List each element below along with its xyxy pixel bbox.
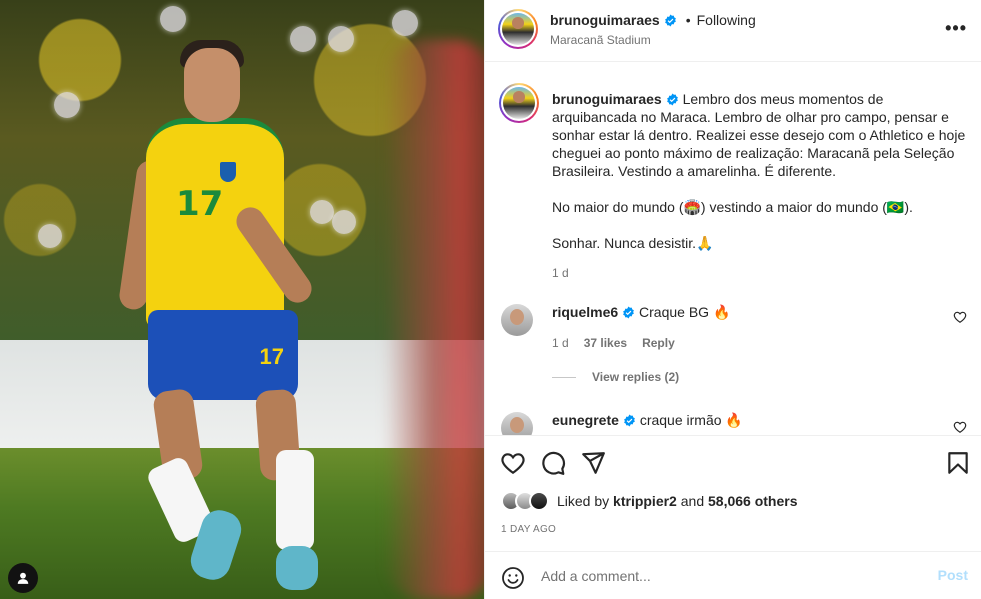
replies-divider	[552, 376, 576, 378]
comment-input[interactable]	[541, 564, 921, 588]
send-icon[interactable]	[580, 450, 606, 476]
comment-body: craque irmão 🔥	[639, 412, 743, 428]
caption-author-avatar[interactable]	[499, 83, 539, 123]
post-actions: Liked by ktrippier2 and 58,066 others 1 …	[485, 435, 981, 551]
heart-icon[interactable]	[500, 450, 526, 476]
add-comment-bar: Post	[485, 551, 981, 599]
commenter-avatar[interactable]	[501, 304, 533, 336]
view-replies-label: View replies (2)	[592, 370, 680, 384]
light-bokeh	[328, 26, 354, 52]
comment-text: eunegrete craque irmão 🔥	[552, 412, 743, 429]
caption-username[interactable]: brunoguimaraes	[552, 91, 662, 107]
comment-heart-icon[interactable]	[953, 310, 967, 324]
player-head	[184, 48, 240, 122]
post-location[interactable]: Maracanã Stadium	[550, 33, 651, 47]
post-details-panel: brunoguimaraes • Following Maracanã Stad…	[484, 0, 981, 599]
reply-button[interactable]: Reply	[642, 336, 675, 350]
tagged-users-icon[interactable]	[8, 563, 38, 593]
blue-shorts: 17	[148, 310, 298, 400]
author-username[interactable]: brunoguimaraes	[550, 12, 660, 28]
light-bokeh	[160, 6, 186, 32]
verified-badge-icon	[664, 14, 676, 26]
football-boot	[276, 546, 318, 590]
likes-summary[interactable]: Liked by ktrippier2 and 58,066 others	[501, 491, 798, 511]
comment-meta: 1 d 37 likes Reply	[552, 336, 675, 350]
shorts-number: 17	[259, 344, 284, 369]
verified-badge-icon	[666, 93, 678, 106]
likes-others-count[interactable]: 58,066 others	[708, 493, 798, 509]
likes-text: Liked by ktrippier2 and 58,066 others	[557, 493, 798, 509]
post-header: brunoguimaraes • Following Maracanã Stad…	[485, 0, 981, 62]
comments-section[interactable]: brunoguimaraes Lembro dos meus momentos …	[485, 63, 981, 435]
verified-badge-icon	[623, 306, 635, 319]
caption-body: Lembro dos meus momentos de arquibancada…	[552, 91, 966, 251]
comment-icon[interactable]	[540, 450, 566, 476]
blurred-opponent	[384, 40, 484, 599]
post-photo[interactable]: 17 17	[0, 0, 484, 599]
comment-heart-icon[interactable]	[953, 420, 967, 434]
likes-and: and	[680, 493, 705, 509]
liker-username[interactable]: ktrippier2	[613, 493, 677, 509]
liker-avatar	[529, 491, 549, 511]
comment-timestamp[interactable]: 1 d	[552, 336, 569, 350]
following-button[interactable]: Following	[697, 12, 756, 28]
jersey-number: 17	[176, 184, 224, 224]
light-bokeh	[392, 10, 418, 36]
separator-dot: •	[685, 12, 691, 28]
verified-badge-icon	[624, 414, 635, 427]
commenter-avatar[interactable]	[501, 412, 533, 435]
emoji-icon[interactable]	[501, 566, 525, 590]
cbf-crest	[218, 160, 238, 184]
caption-timestamp[interactable]: 1 d	[552, 266, 569, 280]
comment-body: Craque BG 🔥	[639, 304, 731, 320]
more-horizontal-icon[interactable]: •••	[945, 18, 967, 39]
likes-prefix: Liked by	[557, 493, 610, 509]
view-replies-button[interactable]: View replies (2)	[552, 370, 679, 384]
light-bokeh	[332, 210, 356, 234]
light-bokeh	[38, 224, 62, 248]
white-sock	[276, 450, 314, 550]
post-date[interactable]: 1 DAY AGO	[501, 524, 556, 535]
light-bokeh	[54, 92, 80, 118]
commenter-username[interactable]: eunegrete	[552, 412, 619, 428]
comment-likes[interactable]: 37 likes	[584, 336, 627, 350]
player-figure: 17 17	[117, 40, 320, 599]
post-comment-button[interactable]: Post	[938, 567, 968, 583]
caption-text: brunoguimaraes Lembro dos meus momentos …	[552, 90, 972, 252]
author-avatar[interactable]	[498, 9, 538, 49]
comment-text: riquelme6 Craque BG 🔥	[552, 304, 730, 321]
commenter-username[interactable]: riquelme6	[552, 304, 618, 320]
bookmark-icon[interactable]	[945, 450, 971, 476]
